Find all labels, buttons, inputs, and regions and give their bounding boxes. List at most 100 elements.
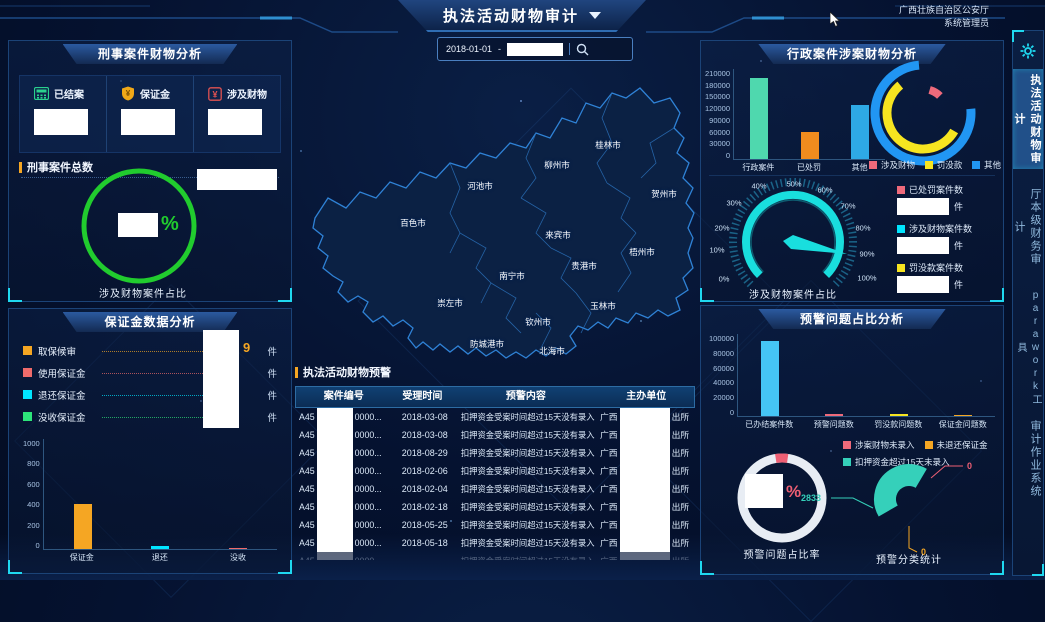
guangxi-map: 桂林市 柳州市 贺州市 河池市 百色市 来宾市 梧州市 贵港市 南宁市 玉林市 …	[300, 60, 695, 360]
leader-line	[102, 372, 215, 374]
redacted-value	[317, 426, 353, 444]
criminal-stats-row: 已结案 ¥ 保证金 ¥ 涉及财物	[19, 75, 281, 153]
map-city-label[interactable]: 南宁市	[499, 270, 525, 282]
redacted-value	[317, 534, 353, 552]
map-city-label[interactable]: 桂林市	[595, 139, 621, 151]
table-row[interactable]: A450000...扣押资金受案时间超过15天没有录入广西出所	[295, 552, 695, 560]
panel-criminal-case-analysis: 刑事案件财物分析 已结案 ¥ 保证金 ¥ 涉及财物 刑事案件总数	[8, 40, 292, 302]
nav-item-department-finance-audit[interactable]: 厅本级财务审计	[1013, 183, 1043, 271]
user-info: 广西壮族自治区公安厅 系统管理员	[899, 4, 989, 30]
redacted-value	[317, 444, 353, 462]
gauge-tick: 60%	[817, 186, 832, 195]
gauge-tick: 30%	[726, 199, 741, 208]
redacted-value	[121, 109, 175, 135]
map-city-label[interactable]: 玉林市	[590, 300, 616, 312]
redacted-value	[317, 552, 353, 560]
redacted-value	[34, 109, 88, 135]
date-range-input[interactable]: 2018-01-01 -	[437, 37, 633, 61]
redacted-value	[620, 462, 670, 480]
map-city-label[interactable]: 崇左市	[437, 297, 463, 309]
user-role[interactable]: 系统管理员	[899, 17, 989, 30]
redacted-value	[197, 169, 277, 190]
bar	[890, 414, 908, 416]
map-city-label[interactable]: 北海市	[539, 345, 565, 357]
legend-swatch	[897, 264, 905, 272]
map-city-label[interactable]: 来宾市	[545, 229, 571, 241]
map-city-label[interactable]: 柳州市	[544, 159, 570, 171]
warning-bar-chart: 100000800006000040000200000已办结案件数预警问题数罚没…	[709, 334, 995, 430]
admin-bar-chart: 2100001800001500001200009000060000300000…	[705, 69, 885, 173]
redacted-value	[317, 516, 353, 534]
legend-swatch	[897, 186, 905, 194]
legend-swatch	[23, 390, 32, 399]
table-row[interactable]: A450000...2018-03-08扣押资金受案时间超过15天没有录入广西出…	[295, 408, 695, 426]
date-start[interactable]: 2018-01-01	[446, 44, 492, 54]
panel-warning-header: 预警问题占比分析	[758, 309, 945, 329]
map-city-label[interactable]: 梧州市	[629, 246, 655, 258]
legend-swatch	[925, 441, 933, 449]
table-row[interactable]: A450000...2018-02-06扣押资金受案时间超过15天没有录入广西出…	[295, 462, 695, 480]
panel-criminal-header: 刑事案件财物分析	[63, 44, 238, 64]
redacted-value	[620, 498, 670, 516]
panel-warning-analysis: 预警问题占比分析 100000800006000040000200000已办结案…	[700, 305, 1004, 575]
nav-item-audit-work-system[interactable]: 审计作业系统	[1013, 419, 1043, 499]
redacted-value	[507, 43, 563, 56]
page-title: 执法活动财物审计	[443, 5, 579, 26]
map-city-label[interactable]: 钦州市	[525, 316, 551, 328]
stat-label: 涉及财物	[227, 86, 267, 101]
gauge-tick: 40%	[751, 182, 766, 191]
app-title-bar[interactable]: 执法活动财物审计	[398, 0, 646, 32]
col-header-org: 主办单位	[598, 387, 694, 407]
nav-item-parawork-tool[interactable]: parawork工具	[1013, 287, 1043, 409]
warning-table-title: 执法活动财物预警	[295, 364, 695, 380]
table-row[interactable]: A450000...2018-05-25扣押资金受案时间超过15天没有录入广西出…	[295, 516, 695, 534]
gauge-legend: 已处罚案件数 件 涉及财物案件数 件 罚没款案件数 件	[897, 183, 999, 293]
table-row[interactable]: A450000...2018-02-04扣押资金受案时间超过15天没有录入广西出…	[295, 480, 695, 498]
divider	[569, 43, 570, 55]
bar	[761, 341, 779, 416]
stat-label: 已结案	[54, 86, 84, 101]
panel-admin-case-analysis: 行政案件涉案财物分析 21000018000015000012000090000…	[700, 40, 1004, 302]
table-row[interactable]: A450000...2018-05-18扣押资金受案时间超过15天没有录入广西出…	[295, 534, 695, 552]
bar	[151, 546, 169, 549]
map-outline	[300, 60, 695, 360]
section-bullet	[19, 162, 22, 173]
criminal-donut-caption: 涉及财物案件占比	[99, 285, 187, 300]
callout-value: 0	[967, 461, 972, 471]
table-header: 案件编号 受理时间 预警内容 主办单位	[295, 386, 695, 408]
chevron-down-icon[interactable]	[589, 12, 601, 19]
table-row[interactable]: A450000...2018-02-18扣押资金受案时间超过15天没有录入广西出…	[295, 498, 695, 516]
gauge-tick: 70%	[840, 202, 855, 211]
gauge-tick: 50%	[786, 180, 801, 189]
legend-swatch	[972, 161, 980, 169]
percent-sign: %	[161, 213, 179, 236]
legend-swatch	[23, 412, 32, 421]
warning-table-section: 执法活动财物预警 案件编号 受理时间 预警内容 主办单位 A450000...2…	[295, 364, 695, 576]
date-separator: -	[498, 44, 501, 54]
redacted-value	[897, 276, 949, 293]
svg-text:¥: ¥	[212, 89, 217, 99]
redacted-value	[208, 109, 262, 135]
map-city-label[interactable]: 防城港市	[470, 338, 504, 350]
bar	[954, 415, 972, 416]
redacted-value	[897, 198, 949, 215]
map-city-label[interactable]: 贺州市	[651, 188, 677, 200]
gear-icon[interactable]	[1020, 43, 1036, 59]
yuan-icon: ¥	[208, 87, 222, 101]
org-name: 广西壮族自治区公安厅	[899, 4, 989, 17]
redacted-value	[317, 498, 353, 516]
nav-item-law-enforcement-audit[interactable]: 执法活动财物审计	[1013, 69, 1043, 169]
stat-bail-amount: ¥ 保证金	[106, 76, 193, 152]
gauge-tick: 10%	[709, 246, 724, 255]
table-row[interactable]: A450000...2018-03-08扣押资金受案时间超过15天没有录入广西出…	[295, 426, 695, 444]
map-city-label[interactable]: 贵港市	[571, 260, 597, 272]
search-icon[interactable]	[576, 43, 589, 56]
shield-icon: ¥	[121, 86, 135, 101]
calculator-icon	[34, 87, 49, 100]
table-row[interactable]: A450000...2018-08-29扣押资金受案时间超过15天没有录入广西出…	[295, 444, 695, 462]
map-city-label[interactable]: 百色市	[400, 217, 426, 229]
redacted-value	[203, 330, 239, 428]
redacted-value	[620, 516, 670, 534]
gauge-tick: 100%	[857, 274, 876, 283]
map-city-label[interactable]: 河池市	[467, 180, 493, 192]
